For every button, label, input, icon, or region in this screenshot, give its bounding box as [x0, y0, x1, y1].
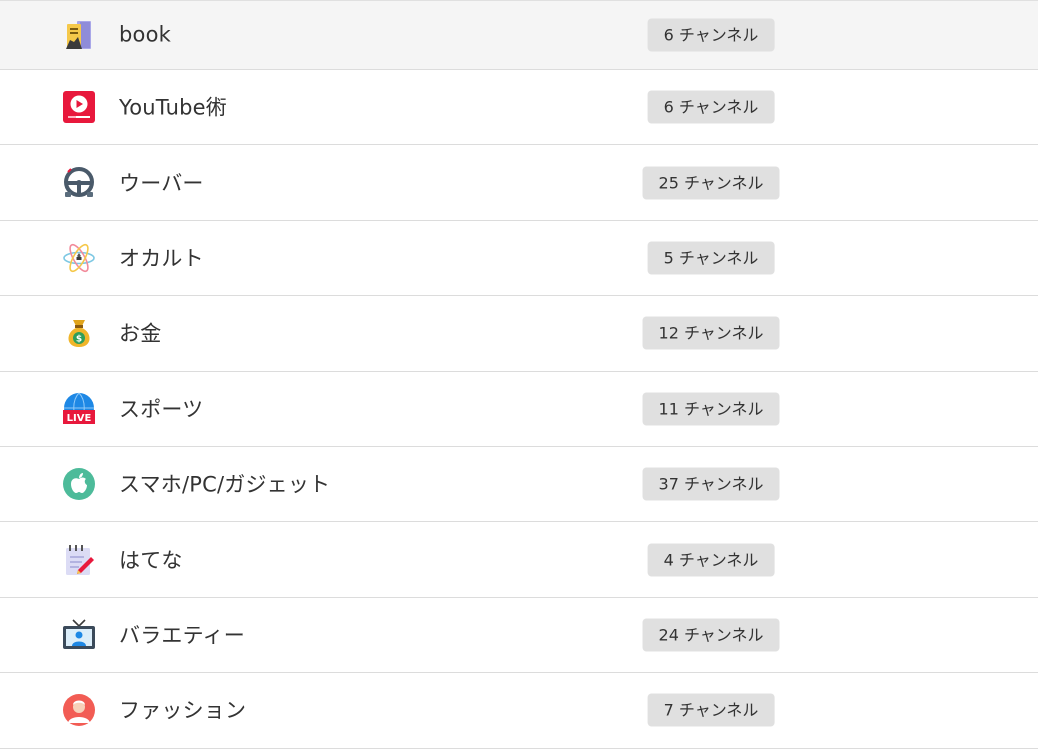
steering-wheel-icon — [62, 166, 96, 200]
category-row-occult[interactable]: オカルト 5 チャンネル — [0, 220, 1038, 297]
svg-text:$: $ — [76, 335, 82, 345]
channel-count-badge: 7 チャンネル — [647, 693, 775, 727]
category-label: オカルト — [119, 246, 204, 271]
category-label: お金 — [119, 321, 162, 346]
money-bag-icon: $ — [62, 316, 96, 350]
book-icon — [62, 18, 96, 52]
category-label: はてな — [119, 547, 183, 572]
channel-count-badge: 25 チャンネル — [642, 166, 780, 200]
svg-text:LIVE: LIVE — [67, 413, 92, 424]
notepad-pen-icon — [62, 543, 96, 577]
channel-count-badge: 24 チャンネル — [642, 618, 780, 652]
television-icon — [62, 618, 96, 652]
atom-icon — [62, 241, 96, 275]
category-label: ファッション — [119, 698, 247, 723]
category-label: バラエティー — [119, 623, 245, 648]
channel-count-badge: 12 チャンネル — [642, 316, 780, 350]
channel-count-badge: 37 チャンネル — [642, 467, 780, 501]
category-label: ウーバー — [119, 170, 204, 195]
category-row-book[interactable]: book 6 チャンネル — [0, 1, 1038, 70]
category-label: スポーツ — [119, 397, 204, 422]
category-label: YouTube術 — [119, 95, 227, 120]
category-list: book 6 チャンネル YouTube術 6 チャンネル ウーバー 25 チャ… — [0, 0, 1038, 749]
category-row-sports[interactable]: LIVE スポーツ 11 チャンネル — [0, 371, 1038, 447]
category-row-hatena[interactable]: はてな 4 チャンネル — [0, 522, 1038, 598]
person-avatar-icon — [62, 693, 96, 727]
category-row-youtube[interactable]: YouTube術 6 チャンネル — [0, 70, 1038, 146]
category-row-uber[interactable]: ウーバー 25 チャンネル — [0, 145, 1038, 221]
apple-icon — [62, 467, 96, 501]
channel-count-badge: 6 チャンネル — [647, 18, 775, 52]
channel-count-badge: 11 チャンネル — [642, 392, 780, 426]
channel-count-badge: 6 チャンネル — [647, 90, 775, 124]
live-globe-icon: LIVE — [62, 392, 96, 426]
youtube-play-icon — [62, 90, 96, 124]
category-row-fashion[interactable]: ファッション 7 チャンネル — [0, 673, 1038, 749]
category-row-variety[interactable]: バラエティー 24 チャンネル — [0, 597, 1038, 674]
channel-count-badge: 4 チャンネル — [647, 543, 775, 577]
category-label: book — [119, 22, 171, 47]
category-row-money[interactable]: $ お金 12 チャンネル — [0, 296, 1038, 372]
category-label: スマホ/PC/ガジェット — [119, 472, 331, 497]
category-row-smartphone-pc-gadget[interactable]: スマホ/PC/ガジェット 37 チャンネル — [0, 446, 1038, 523]
channel-count-badge: 5 チャンネル — [647, 241, 775, 275]
